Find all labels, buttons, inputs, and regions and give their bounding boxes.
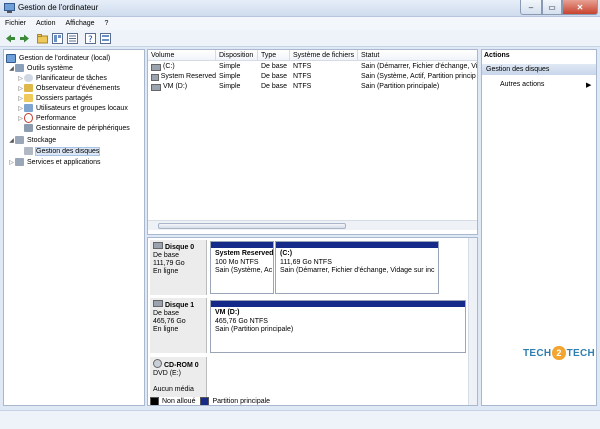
cdrom-0-label[interactable]: CD-ROM 0 DVD (E:) Aucun média [150, 357, 207, 397]
export-list-icon[interactable] [100, 33, 111, 44]
disk-1-label[interactable]: Disque 1 De base 465,76 Go En ligne [150, 298, 207, 353]
tree-item-task-scheduler[interactable]: ▷ Planificateur de tâches [17, 73, 107, 83]
users-icon [24, 104, 33, 112]
tree-item-performance[interactable]: ▷ Performance [17, 113, 76, 123]
column-header-volume[interactable]: Volume [148, 50, 216, 61]
menu-action[interactable]: Action [31, 20, 60, 27]
column-header-layout[interactable]: Disposition [216, 50, 258, 61]
expand-icon[interactable]: ▷ [17, 85, 24, 92]
svg-text:?: ? [88, 35, 93, 44]
actions-section-disk-management[interactable]: Gestion des disques [482, 64, 596, 75]
menu-affichage[interactable]: Affichage [60, 20, 99, 27]
tree-item-disk-management[interactable]: Gestion des disques [17, 146, 101, 156]
expand-icon[interactable]: ▷ [17, 75, 24, 82]
properties-icon[interactable] [52, 33, 63, 44]
services-icon [15, 158, 24, 166]
forward-arrow-icon[interactable] [19, 33, 30, 44]
back-arrow-icon[interactable] [5, 33, 16, 44]
collapse-icon[interactable]: ◢ [8, 65, 15, 72]
expand-icon[interactable]: ▷ [17, 95, 24, 102]
tree-item-root[interactable]: Gestion de l'ordinateur (local) [6, 53, 110, 63]
collapse-icon[interactable]: ◢ [8, 137, 15, 144]
window-title: Gestion de l'ordinateur [18, 3, 99, 12]
column-header-status[interactable]: Statut [358, 50, 477, 61]
device-manager-icon [24, 124, 33, 132]
event-viewer-icon [24, 84, 33, 92]
disk-icon [24, 147, 33, 155]
expand-icon[interactable]: ▷ [17, 105, 24, 112]
partition-system-reserved[interactable]: System Reserved 100 Mo NTFS Sain (Systèm… [210, 241, 274, 294]
disk-0-label[interactable]: Disque 0 De base 111,79 Go En ligne [150, 240, 207, 295]
expand-icon[interactable]: ▷ [8, 159, 15, 166]
navigation-tree: Gestion de l'ordinateur (local) ◢ Outils… [3, 49, 145, 406]
volume-icon [151, 83, 161, 91]
status-bar [0, 410, 600, 429]
disk-icon [153, 300, 163, 307]
actions-title: Actions [484, 52, 510, 59]
scrollbar-thumb[interactable] [158, 223, 346, 229]
shared-folder-icon [24, 94, 33, 102]
expand-icon[interactable]: ▷ [17, 115, 24, 122]
volume-list: Volume Disposition Type Système de fichi… [147, 49, 478, 235]
menu-fichier[interactable]: Fichier [0, 20, 31, 27]
partition-d[interactable]: VM (D:) 465,76 Go NTFS Sain (Partition p… [210, 300, 466, 353]
help-icon[interactable]: ? [85, 33, 96, 45]
menu-bar: Fichier Action Affichage ? [0, 17, 600, 30]
column-header-filesystem[interactable]: Système de fichiers [290, 50, 358, 61]
vertical-scrollbar[interactable] [468, 238, 477, 405]
performance-icon [24, 113, 33, 123]
more-actions-link[interactable]: Autres actions [500, 81, 544, 88]
tree-item-tools[interactable]: ◢ Outils système [8, 63, 73, 73]
volume-icon [151, 63, 161, 71]
tree-item-shared-folders[interactable]: ▷ Dossiers partagés [17, 93, 92, 103]
close-button[interactable]: ✕ [562, 0, 598, 15]
tools-icon [15, 64, 24, 72]
disk-icon [153, 242, 163, 249]
partition-c[interactable]: (C:) 111,69 Go NTFS Sain (Démarrer, Fich… [275, 241, 439, 294]
menu-help[interactable]: ? [100, 20, 114, 27]
storage-icon [15, 136, 24, 144]
up-folder-icon[interactable] [37, 33, 48, 44]
volume-icon [151, 73, 159, 81]
tree-item-event-viewer[interactable]: ▷ Observateur d'événements [17, 83, 120, 93]
horizontal-scrollbar[interactable] [148, 220, 477, 230]
table-row[interactable]: System Reserved Simple De base NTFS Sain… [148, 72, 477, 82]
tree-item-storage[interactable]: ◢ Stockage [8, 135, 56, 145]
tree-item-device-manager[interactable]: Gestionnaire de périphériques [17, 123, 130, 133]
legend: Non alloué Partition principale [150, 397, 270, 405]
column-header-type[interactable]: Type [258, 50, 290, 61]
computer-management-icon [4, 3, 15, 13]
cdrom-icon [153, 359, 162, 368]
disk-map: Disque 0 De base 111,79 Go En ligne Syst… [147, 237, 478, 406]
tech2tech-watermark: TECH 2 TECH [523, 346, 595, 360]
legend-swatch-primary [200, 397, 210, 405]
computer-icon [6, 53, 16, 63]
tree-item-services[interactable]: ▷ Services et applications [8, 157, 101, 167]
minimize-button[interactable]: – [520, 0, 542, 15]
table-row[interactable]: VM (D:) Simple De base NTFS Sain (Partit… [148, 82, 477, 92]
tree-item-local-users[interactable]: ▷ Utilisateurs et groupes locaux [17, 103, 128, 113]
clock-icon [24, 74, 33, 82]
show-hide-tree-icon[interactable] [67, 33, 78, 44]
title-bar: Gestion de l'ordinateur – ▭ ✕ [0, 0, 600, 17]
maximize-button[interactable]: ▭ [542, 0, 562, 15]
toolbar: ? [0, 30, 600, 47]
submenu-arrow-icon[interactable]: ▶ [586, 81, 591, 89]
table-row[interactable]: (C:) Simple De base NTFS Sain (Démarrer,… [148, 62, 477, 72]
legend-swatch-unallocated [150, 397, 159, 405]
